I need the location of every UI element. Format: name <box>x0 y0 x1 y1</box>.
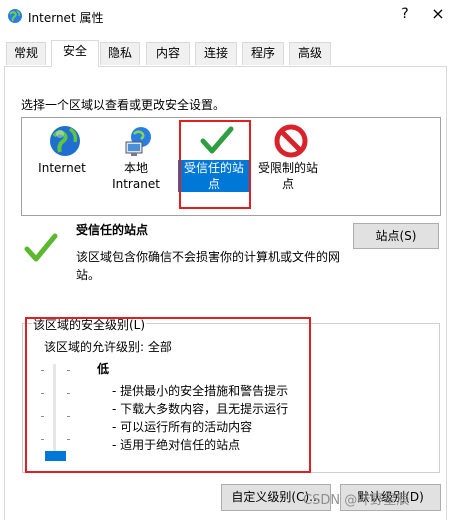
level-name: 低 <box>97 362 110 376</box>
tab-general[interactable]: 常规 <box>6 42 46 65</box>
help-button[interactable]: ? <box>396 6 414 26</box>
zone-label: Internet <box>38 161 86 175</box>
list-item: - 可以运行所有的活动内容 <box>112 420 253 434</box>
zone-description: 该区域包含你确信不会损害你的计算机或文件的网站。 <box>76 250 341 282</box>
close-button[interactable]: × <box>428 4 448 26</box>
tab-connections[interactable]: 连接 <box>195 42 237 65</box>
list-item: - 下载大多数内容，且无提示运行 <box>112 402 289 416</box>
local-intranet-icon <box>125 127 151 156</box>
tab-programs[interactable]: 程序 <box>242 42 284 65</box>
tab-content[interactable]: 内容 <box>146 42 190 65</box>
internet-options-icon <box>8 9 22 23</box>
checkmark-icon <box>24 233 58 262</box>
zone-heading: 受信任的站点 <box>76 223 149 237</box>
slider-thumb[interactable] <box>45 451 66 461</box>
sites-button[interactable]: 站点(S) <box>353 223 439 249</box>
restricted-icon <box>274 124 308 158</box>
zone-select-prompt: 选择一个区域以查看或更改安全设置。 <box>21 98 226 112</box>
list-item: - 适用于绝对信任的站点 <box>112 438 241 452</box>
level-description-list: - 提供最小的安全措施和警告提示 - 下载大多数内容，且无提示运行 - 可以运行… <box>112 382 288 454</box>
security-level-slider[interactable] <box>53 364 56 461</box>
annotation-box-zone <box>179 120 251 209</box>
title-bar: Internet 属性 ? × <box>0 0 451 33</box>
zone-label: 受限制的站 点 <box>257 161 318 191</box>
tab-security[interactable]: 安全 <box>51 40 99 67</box>
tab-privacy[interactable]: 隐私 <box>100 42 140 65</box>
tab-advanced[interactable]: 高级 <box>289 42 331 65</box>
zone-label: 本地 Intranet <box>112 161 160 191</box>
allowed-levels: 该区域的允许级别: 全部 <box>44 340 172 354</box>
zone-local-intranet[interactable]: 本地 Intranet <box>100 118 172 208</box>
globe-icon <box>50 126 80 156</box>
watermark: CSDN @叶野星辰 <box>303 493 410 508</box>
zone-internet[interactable]: Internet <box>26 118 98 208</box>
zone-restricted-sites[interactable]: 受限制的站 点 <box>252 118 324 208</box>
list-item: - 提供最小的安全措施和警告提示 <box>112 384 289 398</box>
window-title: Internet 属性 <box>28 11 104 25</box>
